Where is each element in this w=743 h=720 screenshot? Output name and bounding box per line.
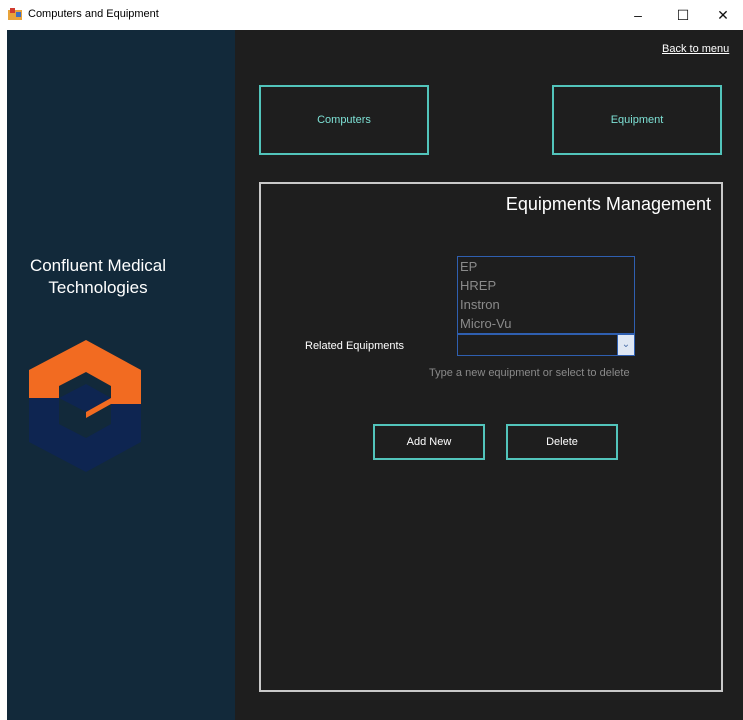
close-button[interactable]: ✕ (703, 2, 743, 28)
back-to-menu-link[interactable]: Back to menu (662, 43, 729, 55)
equipment-button[interactable]: Equipment (552, 85, 722, 155)
maximize-button[interactable]: ☐ (663, 2, 703, 28)
list-item[interactable]: HREP (458, 276, 634, 295)
related-equipments-input[interactable] (458, 335, 616, 355)
list-item[interactable]: EP (458, 257, 634, 276)
window-title: Computers and Equipment (28, 8, 159, 20)
company-logo-icon (29, 340, 141, 472)
minimize-button[interactable]: – (618, 2, 658, 28)
related-equipments-combobox[interactable]: ⌄ (457, 334, 635, 356)
app-icon (8, 8, 22, 20)
sidebar: Confluent Medical Technologies (7, 30, 235, 720)
company-name-line2: Technologies (48, 278, 148, 297)
equipment-listbox[interactable]: EP HREP Instron Micro-Vu (457, 256, 635, 334)
company-name: Confluent Medical Technologies (7, 255, 189, 299)
delete-button[interactable]: Delete (506, 424, 618, 460)
title-bar: Computers and Equipment – ☐ ✕ (0, 0, 743, 30)
chevron-down-icon[interactable]: ⌄ (617, 335, 634, 355)
list-item[interactable]: Instron (458, 295, 634, 314)
computers-button[interactable]: Computers (259, 85, 429, 155)
add-new-button[interactable]: Add New (373, 424, 485, 460)
list-item[interactable]: Micro-Vu (458, 314, 634, 333)
company-name-line1: Confluent Medical (29, 256, 167, 275)
window-client: Confluent Medical Technologies Back to m… (7, 30, 743, 720)
related-equipments-label: Related Equipments (305, 340, 405, 352)
hint-text: Type a new equipment or select to delete (429, 367, 630, 379)
panel-title: Equipments Management (505, 194, 711, 214)
equipments-management-panel: Equipments Management EP HREP Instron Mi… (259, 182, 723, 692)
